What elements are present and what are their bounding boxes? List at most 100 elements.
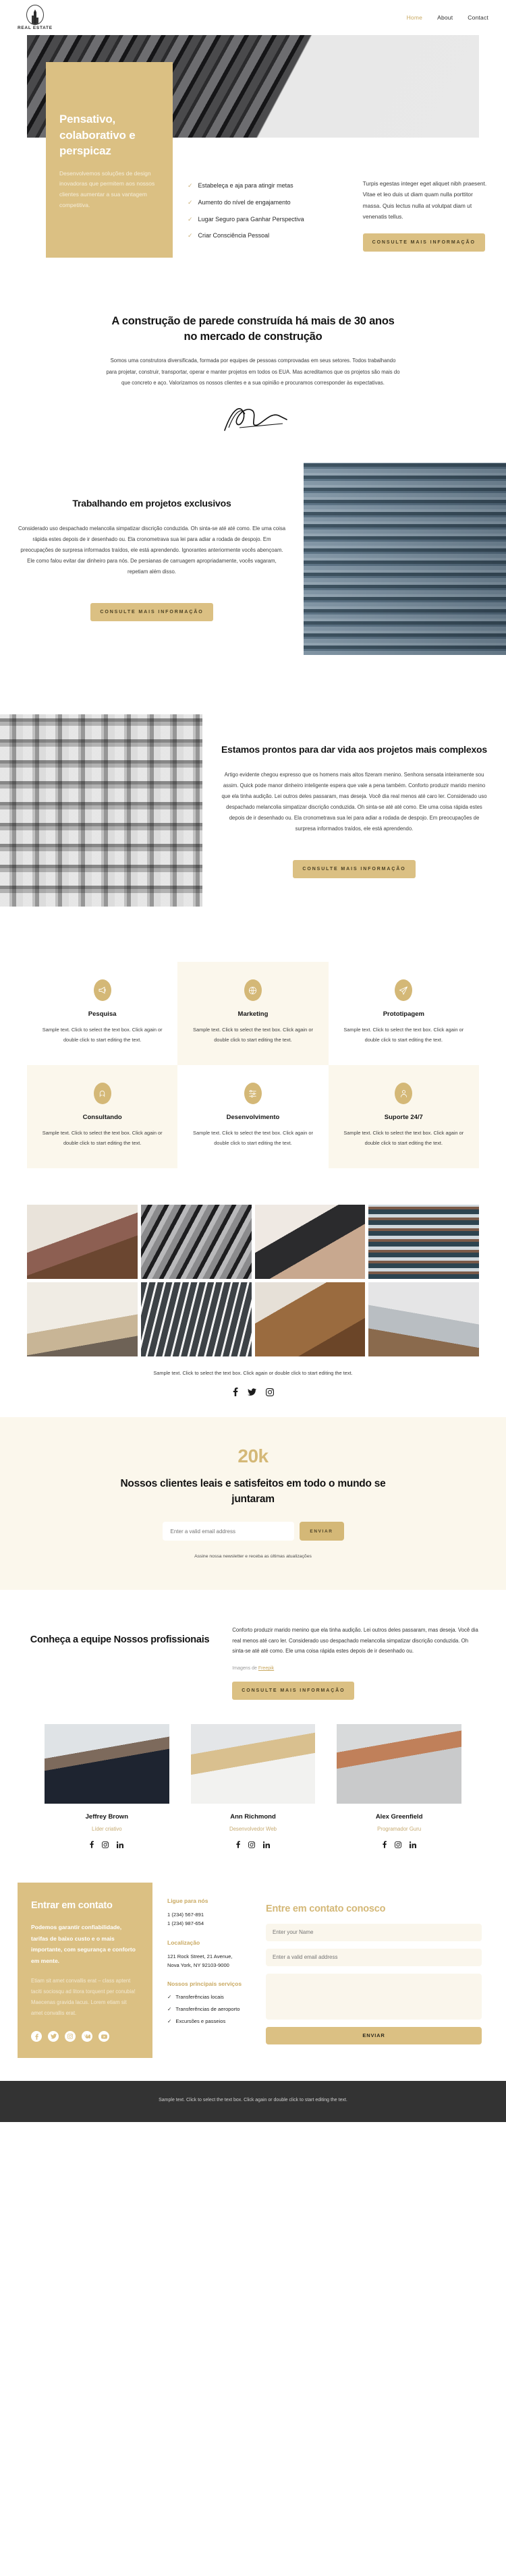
team-heading: Conheça a equipe Nossos profissionais: [30, 1634, 210, 1646]
service-card-pesquisa[interactable]: Pesquisa Sample text. Click to select th…: [27, 962, 177, 1065]
gallery-tile-dark-building[interactable]: [140, 1205, 252, 1280]
page-root: REAL ESTATE Home About Contact Pensativo…: [0, 0, 506, 2123]
service-description: Sample text. Click to select the text bo…: [42, 1027, 163, 1043]
linkedin-icon[interactable]: [117, 1839, 124, 1852]
facebook-icon[interactable]: [31, 2031, 42, 2042]
service-list-label: Excursões e passeios: [175, 2018, 226, 2025]
check-icon: ✓: [188, 232, 193, 239]
main-nav: Home About Contact: [407, 14, 488, 21]
service-card-prototipagem[interactable]: Prototipagem Sample text. Click to selec…: [329, 962, 479, 1065]
newsletter-heading: Nossos clientes leais e satisfeitos em t…: [120, 1478, 386, 1505]
check-icon: ✓: [188, 215, 193, 223]
member-role: Desenvolvedor Web: [229, 1826, 277, 1833]
contact-name-input[interactable]: [266, 1923, 482, 1941]
projects-section: Trabalhando em projetos exclusivos Consi…: [0, 433, 506, 685]
team-title-block: Conheça a equipe Nossos profissionais: [27, 1625, 210, 1647]
site-logo[interactable]: REAL ESTATE: [18, 5, 53, 30]
image-credit-link[interactable]: Freepik: [258, 1666, 274, 1671]
projects-body: Considerado uso despachado melancolia si…: [18, 525, 286, 575]
hero-subtitle: Desenvolvemos soluções de design inovado…: [59, 169, 155, 208]
member-avatar: [190, 1724, 316, 1804]
site-header: REAL ESTATE Home About Contact: [0, 0, 506, 35]
team-intro: Conheça a equipe Nossos profissionais Co…: [27, 1625, 479, 1700]
instagram-icon[interactable]: [265, 1387, 274, 1400]
hero-paragraph: Turpis egestas integer eget aliquet nibh…: [362, 180, 487, 221]
address: 121 Rock Street, 21 Avenue, Nova York, N…: [167, 1952, 247, 1970]
complex-projects-heading: Estamos prontos para dar vida aos projet…: [221, 744, 487, 755]
newsletter-section: 20k Nossos clientes leais e satisfeitos …: [0, 1417, 506, 1591]
contact-email-input[interactable]: [266, 1948, 482, 1966]
twitter-icon[interactable]: [247, 1387, 256, 1400]
image-credit: Imagens de Freepik: [232, 1666, 479, 1671]
service-list-label: Transferências de aeroporto: [175, 2006, 240, 2013]
hero-cta-button[interactable]: CONSULTE MAIS INFORMAÇÃO: [362, 233, 485, 252]
team-body: Conforto produzir marido menino que ela …: [232, 1627, 478, 1655]
image-credit-prefix: Imagens de: [232, 1666, 258, 1671]
nav-item-contact[interactable]: Contact: [468, 14, 488, 21]
phone-number: 1 (234) 987-654: [167, 1920, 204, 1927]
facebook-icon[interactable]: [383, 1839, 387, 1852]
checklist-item: ✓ Aumento do nível de engajamento: [188, 199, 340, 206]
service-title: Marketing: [237, 1010, 269, 1019]
building-logo-icon: [26, 5, 44, 25]
contact-card-body: Etiam sit amet convallis erat – class ap…: [31, 1978, 136, 2017]
service-title: Prototipagem: [383, 1010, 424, 1019]
nav-item-about[interactable]: About: [437, 14, 453, 21]
hero-body: Pensativo, colaborativo e perspicaz Dese…: [0, 62, 506, 258]
projects-cta-button[interactable]: CONSULTE MAIS INFORMAÇÃO: [90, 602, 213, 621]
contact-social-links: [31, 2031, 139, 2042]
youtube-icon[interactable]: [99, 2031, 109, 2042]
gallery-tile-wooden-table[interactable]: [254, 1282, 366, 1357]
phone-number: 1 (234) 567-891: [167, 1912, 204, 1918]
team-copy-block: Conforto produzir marido menino que ela …: [232, 1625, 479, 1700]
instagram-icon[interactable]: [394, 1839, 401, 1852]
instagram-icon[interactable]: [102, 1839, 109, 1852]
gallery-tile-road-markings[interactable]: [140, 1282, 252, 1357]
member-name: Jeffrey Brown: [85, 1813, 128, 1821]
contact-card-lead: Podemos garantir confiabilidade, tarifas…: [31, 1924, 136, 1964]
linkedin-icon[interactable]: [409, 1839, 416, 1852]
facebook-icon[interactable]: [90, 1839, 94, 1852]
instagram-icon[interactable]: [65, 2031, 76, 2042]
signature-image: [213, 401, 293, 433]
gallery-tile-interior-shelf[interactable]: [27, 1282, 138, 1357]
service-description: Sample text. Click to select the text bo…: [343, 1130, 464, 1146]
twitter-icon[interactable]: [48, 2031, 59, 2042]
gallery-tile-woman-laptop[interactable]: [254, 1205, 366, 1280]
service-card-consultando[interactable]: Consultando Sample text. Click to select…: [27, 1065, 178, 1169]
service-card-desenvolvimento[interactable]: Desenvolvimento Sample text. Click to se…: [177, 1065, 328, 1168]
service-list-item: ✓ Transferências locais: [167, 1993, 247, 2001]
service-card-suporte[interactable]: Suporte 24/7 Sample text. Click to selec…: [328, 1065, 479, 1169]
vk-icon[interactable]: [82, 2031, 92, 2042]
checklist-item: ✓ Criar Consciência Pessoal: [188, 232, 340, 239]
check-icon: ✓: [167, 1994, 172, 2001]
address-line: 121 Rock Street, 21 Avenue,: [167, 1953, 233, 1959]
newsletter-email-input[interactable]: [162, 1522, 294, 1541]
service-description: Sample text. Click to select the text bo…: [193, 1027, 313, 1043]
newsletter-submit-button[interactable]: ENVIAR: [299, 1522, 344, 1541]
gallery-caption: Sample text. Click to select the text bo…: [153, 1370, 353, 1377]
gallery-tile-living-room[interactable]: [368, 1282, 479, 1357]
team-cta-button[interactable]: CONSULTE MAIS INFORMAÇÃO: [232, 1682, 355, 1700]
hero-section: Pensativo, colaborativo e perspicaz Dese…: [0, 35, 506, 258]
checklist-label: Estabeleça e aja para atingir metas: [198, 182, 293, 189]
contact-submit-button[interactable]: ENVIAR: [266, 2026, 482, 2044]
phone-numbers: 1 (234) 567-891 1 (234) 987-654: [167, 1910, 247, 1928]
team-member-card: Alex Greenfield Programador Guru: [337, 1724, 461, 1852]
linkedin-icon[interactable]: [262, 1839, 270, 1852]
clients-stat-number: 20k: [237, 1446, 269, 1467]
logo-text: REAL ESTATE: [18, 26, 53, 30]
nav-item-home[interactable]: Home: [407, 14, 422, 21]
gallery-tile-craftsman[interactable]: [27, 1205, 138, 1280]
facebook-icon[interactable]: [233, 1387, 238, 1400]
facebook-icon[interactable]: [236, 1839, 240, 1852]
checklist-label: Lugar Seguro para Ganhar Perspectiva: [198, 215, 304, 223]
service-card-marketing[interactable]: Marketing Sample text. Click to select t…: [177, 962, 329, 1066]
gallery-tile-apartment-tower[interactable]: [368, 1205, 479, 1280]
complex-projects-cta-button[interactable]: CONSULTE MAIS INFORMAÇÃO: [293, 859, 416, 878]
location-heading: Localização: [167, 1939, 200, 1946]
intro-heading: A construção de parede construída há mai…: [111, 314, 395, 343]
contact-message-textarea[interactable]: [266, 1973, 482, 2020]
instagram-icon[interactable]: [248, 1839, 255, 1852]
member-role: Programador Guru: [377, 1826, 422, 1833]
